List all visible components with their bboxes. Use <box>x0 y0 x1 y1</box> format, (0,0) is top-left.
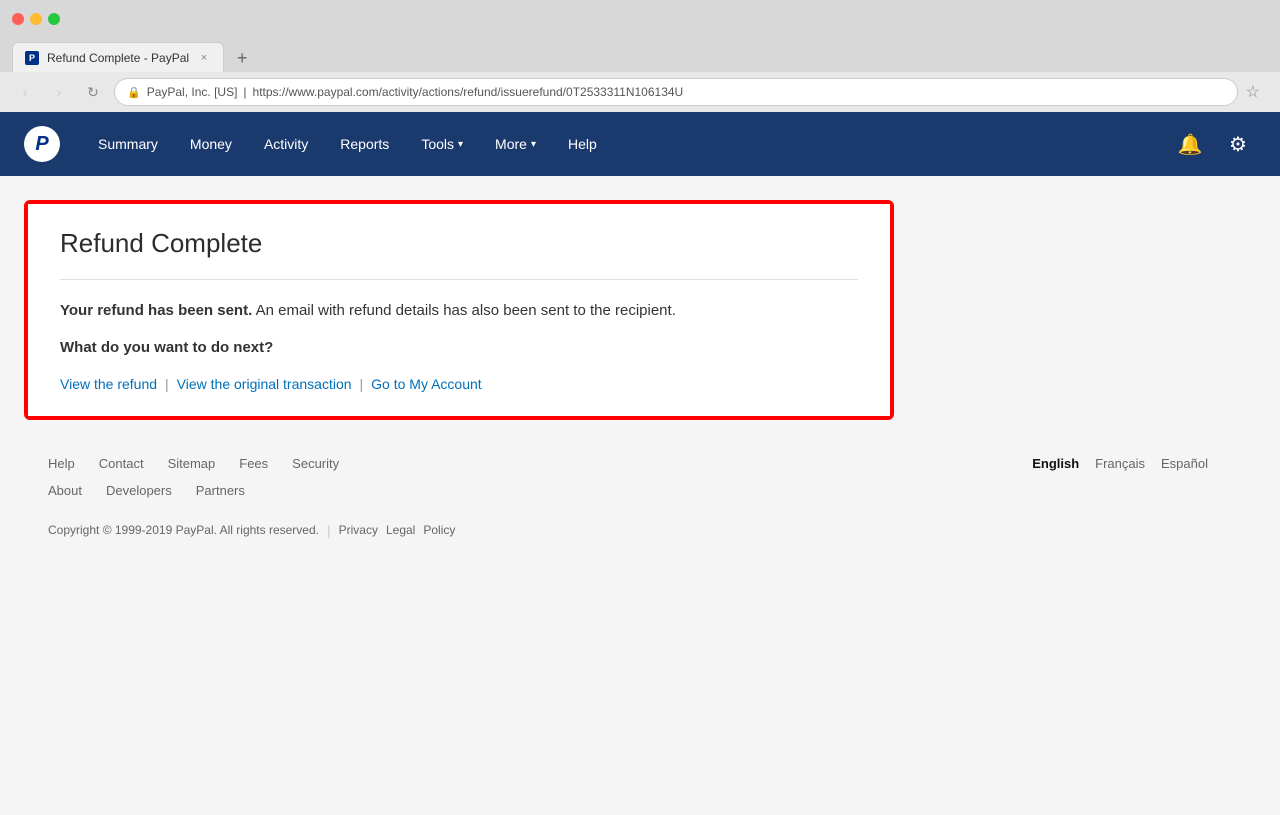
notifications-btn[interactable]: 🔔 <box>1172 126 1208 162</box>
nav-item-more[interactable]: More ▾ <box>481 128 550 160</box>
reload-btn[interactable]: ↻ <box>80 79 106 105</box>
tab-close-btn[interactable]: × <box>197 51 211 65</box>
footer-link-security[interactable]: Security <box>292 456 339 471</box>
nav-item-money[interactable]: Money <box>176 128 246 160</box>
footer-policy-link[interactable]: Policy <box>423 523 455 537</box>
lang-french[interactable]: Français <box>1095 456 1145 471</box>
close-window-btn[interactable] <box>12 13 24 25</box>
view-refund-link[interactable]: View the refund <box>60 376 157 392</box>
refund-sent-message: Your refund has been sent. An email with… <box>60 300 858 323</box>
tab-label: Refund Complete - PayPal <box>47 51 189 65</box>
view-original-transaction-link[interactable]: View the original transaction <box>177 376 352 392</box>
nav-item-help[interactable]: Help <box>554 128 611 160</box>
refund-highlight-box: Refund Complete Your refund has been sen… <box>24 200 894 420</box>
footer-divider: | <box>327 522 331 538</box>
footer-link-developers[interactable]: Developers <box>106 483 172 498</box>
nav-item-reports[interactable]: Reports <box>326 128 403 160</box>
refund-next-question: What do you want to do next? <box>60 339 858 356</box>
refund-title: Refund Complete <box>60 228 858 280</box>
paypal-logo-text: P <box>35 133 48 156</box>
footer-row-top: Help Contact Sitemap Fees Security Engli… <box>48 456 1232 471</box>
footer: Help Contact Sitemap Fees Security Engli… <box>24 436 1256 558</box>
tab-bar: P Refund Complete - PayPal × + <box>0 38 1280 72</box>
gear-icon: ⚙ <box>1229 132 1247 157</box>
link-separator-1: | <box>165 376 169 392</box>
minimize-window-btn[interactable] <box>30 13 42 25</box>
bookmark-btn[interactable]: ☆ <box>1246 82 1260 102</box>
nav-item-summary[interactable]: Summary <box>84 128 172 160</box>
refund-action-links: View the refund | View the original tran… <box>60 376 858 392</box>
footer-link-partners[interactable]: Partners <box>196 483 245 498</box>
paypal-logo[interactable]: P <box>24 126 60 162</box>
language-selector: English Français Español <box>1032 456 1208 471</box>
footer-bottom-links: About Developers Partners <box>48 483 1232 498</box>
refund-sent-bold: Your refund has been sent. <box>60 302 252 319</box>
address-separator: | <box>243 85 246 99</box>
active-tab[interactable]: P Refund Complete - PayPal × <box>12 42 224 72</box>
go-to-account-link[interactable]: Go to My Account <box>371 376 482 392</box>
footer-link-about[interactable]: About <box>48 483 82 498</box>
nav-item-activity[interactable]: Activity <box>250 128 322 160</box>
footer-privacy-link[interactable]: Privacy <box>339 523 378 537</box>
refund-card: Refund Complete Your refund has been sen… <box>28 204 890 416</box>
copyright-text: Copyright © 1999-2019 PayPal. All rights… <box>48 523 319 537</box>
settings-btn[interactable]: ⚙ <box>1220 126 1256 162</box>
maximize-window-btn[interactable] <box>48 13 60 25</box>
footer-link-help[interactable]: Help <box>48 456 75 471</box>
main-content: Refund Complete Your refund has been sen… <box>0 176 1280 582</box>
lang-english[interactable]: English <box>1032 456 1079 471</box>
refund-body: Your refund has been sent. An email with… <box>60 280 858 392</box>
tools-chevron-icon: ▾ <box>458 139 463 150</box>
browser-chrome: P Refund Complete - PayPal × + ‹ › ↻ 🔒 P… <box>0 0 1280 112</box>
paypal-navbar: P Summary Money Activity Reports Tools ▾… <box>0 112 1280 176</box>
lock-icon: 🔒 <box>127 86 141 99</box>
refund-sent-rest: An email with refund details has also be… <box>256 302 676 319</box>
link-separator-2: | <box>360 376 364 392</box>
titlebar <box>0 0 1280 38</box>
footer-link-fees[interactable]: Fees <box>239 456 268 471</box>
lang-spanish[interactable]: Español <box>1161 456 1208 471</box>
nav-icons: 🔔 ⚙ <box>1172 126 1256 162</box>
address-input[interactable]: 🔒 PayPal, Inc. [US] | https://www.paypal… <box>114 78 1238 106</box>
new-tab-btn[interactable]: + <box>228 44 256 72</box>
tab-favicon: P <box>25 51 39 65</box>
footer-legal-link[interactable]: Legal <box>386 523 415 537</box>
footer-link-sitemap[interactable]: Sitemap <box>168 456 216 471</box>
footer-bottom-row: Copyright © 1999-2019 PayPal. All rights… <box>48 522 1232 538</box>
traffic-lights <box>12 13 60 25</box>
nav-item-tools[interactable]: Tools ▾ <box>407 128 477 160</box>
back-btn[interactable]: ‹ <box>12 79 38 105</box>
address-bar: ‹ › ↻ 🔒 PayPal, Inc. [US] | https://www.… <box>0 72 1280 112</box>
main-nav: Summary Money Activity Reports Tools ▾ M… <box>84 128 1172 160</box>
more-chevron-icon: ▾ <box>531 139 536 150</box>
footer-link-contact[interactable]: Contact <box>99 456 144 471</box>
address-url: https://www.paypal.com/activity/actions/… <box>253 85 684 99</box>
bell-icon: 🔔 <box>1178 132 1203 157</box>
address-secure-label: PayPal, Inc. [US] <box>147 85 238 99</box>
forward-btn[interactable]: › <box>46 79 72 105</box>
